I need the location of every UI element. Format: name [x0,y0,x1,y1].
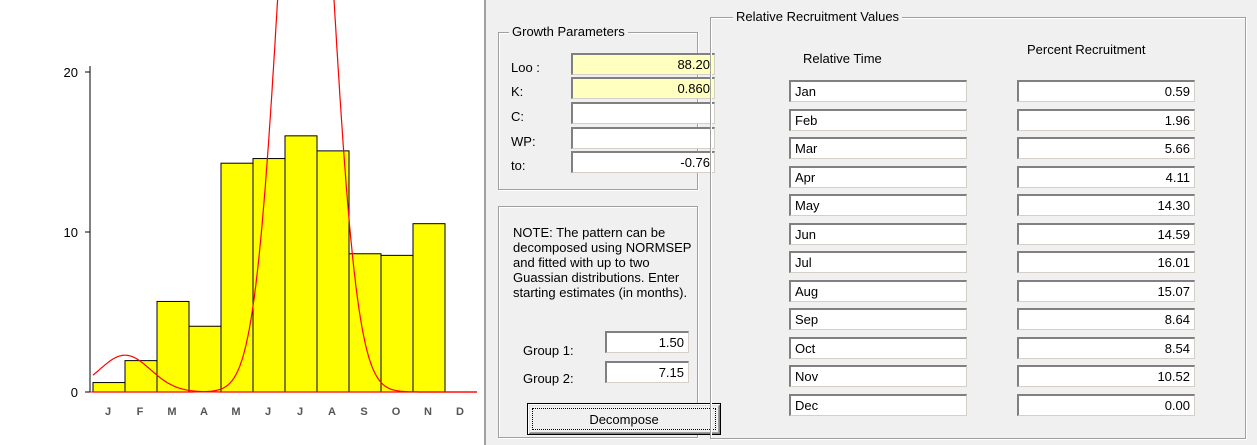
percent-recruitment-header: Percent Recruitment [1027,42,1146,57]
bar-5 [220,162,254,393]
percent-recruitment-cell[interactable]: 0.59 [1017,80,1195,102]
note-line: decomposed using NORMSEP [513,240,692,255]
relative-time-cell[interactable]: Apr [789,166,967,188]
relative-time-cell[interactable]: Feb [789,109,967,131]
growth-field-label: to: [511,158,526,173]
y-tick-label: 20 [64,65,78,80]
bar-10 [380,254,414,393]
relative-time-cell[interactable]: Jul [789,251,967,273]
relative-recruitment-title: Relative Recruitment Values [733,9,903,24]
note-line: NOTE: The pattern can be [513,225,666,240]
percent-recruitment-cell[interactable]: 8.54 [1017,337,1195,359]
bar-6 [252,158,286,393]
bar-9 [348,253,382,393]
percent-recruitment-cell[interactable]: 16.01 [1017,251,1195,273]
y-tick-label: 10 [64,225,78,240]
growth-field-label: K: [511,84,524,99]
relative-time-cell[interactable]: Sep [789,308,967,330]
growth-parameters-title: Growth Parameters [509,24,628,39]
note-text: NOTE: The pattern can be decomposed usin… [513,225,693,300]
growth-field-input[interactable] [571,102,715,124]
relative-time-cell[interactable]: Dec [789,394,967,416]
note-line: Guassian distributions. Enter [513,270,680,285]
x-tick-label: J [265,406,271,418]
y-tick-label: 0 [71,385,78,400]
percent-recruitment-cell[interactable]: 15.07 [1017,280,1195,302]
chart-svg: 0 10 20 J F M A M J J A S O N D [64,0,477,418]
growth-field-input[interactable]: 88.20 [571,53,715,75]
growth-field-label: C: [511,109,524,124]
percent-recruitment-cell[interactable]: 4.11 [1017,166,1195,188]
decompose-button-label: Decompose [589,412,659,427]
bar-11 [412,223,446,393]
bar-2 [124,360,158,393]
percent-recruitment-cell[interactable]: 8.64 [1017,308,1195,330]
relative-recruitment-group: Relative Recruitment Values Relative Tim… [710,9,1246,439]
x-tick-label: M [167,406,176,418]
relative-time-cell[interactable]: Jun [789,223,967,245]
decompose-button[interactable]: Decompose [527,403,721,435]
note-line: starting estimates (in months). [513,285,688,300]
relative-time-cell[interactable]: Nov [789,365,967,387]
bar-8 [316,150,350,393]
x-tick-label: D [456,406,464,418]
relative-time-cell[interactable]: Jan [789,80,967,102]
percent-recruitment-cell[interactable]: 14.59 [1017,223,1195,245]
growth-field-label: WP: [511,134,536,149]
x-tick-label: J [297,406,303,418]
percent-recruitment-cell[interactable]: 5.66 [1017,137,1195,159]
x-tick-label: F [137,406,144,418]
x-tick-label: N [424,406,432,418]
x-tick-label: M [231,406,240,418]
group2-label: Group 2: [523,371,574,386]
group1-input[interactable]: 1.50 [605,331,689,353]
x-tick-label: S [360,406,367,418]
decompose-group: NOTE: The pattern can be decomposed usin… [498,206,721,438]
relative-time-cell[interactable]: Oct [789,337,967,359]
parameters-panel: Growth Parameters Loo : 88.20 K: 0.860 C: WP:… [484,0,1257,445]
note-line: and fitted with up to two [513,255,650,270]
relative-time-header: Relative Time [803,51,882,66]
growth-field-input[interactable]: 0.860 [571,77,715,99]
growth-field-input[interactable] [571,127,715,149]
recruitment-chart: 0 10 20 J F M A M J J A S O N D [0,0,480,445]
group1-label: Group 1: [523,343,574,358]
growth-field-input[interactable]: -0.76 [571,151,715,173]
bar-4 [188,325,222,393]
x-tick-label: O [392,406,401,418]
relative-time-cell[interactable]: Aug [789,280,967,302]
x-tick-label: A [328,406,336,418]
bar-7 [284,135,318,393]
growth-field-label: Loo : [511,60,540,75]
bar-1 [92,382,126,393]
relative-time-cell[interactable]: Mar [789,137,967,159]
growth-parameters-group: Growth Parameters Loo : 88.20 K: 0.860 C: WP:… [498,24,715,190]
percent-recruitment-cell[interactable]: 1.96 [1017,109,1195,131]
x-tick-label: J [105,406,111,418]
percent-recruitment-cell[interactable]: 10.52 [1017,365,1195,387]
percent-recruitment-cell[interactable]: 14.30 [1017,194,1195,216]
percent-recruitment-cell[interactable]: 0.00 [1017,394,1195,416]
group2-input[interactable]: 7.15 [605,361,689,383]
relative-time-cell[interactable]: May [789,194,967,216]
x-tick-label: A [200,406,208,418]
